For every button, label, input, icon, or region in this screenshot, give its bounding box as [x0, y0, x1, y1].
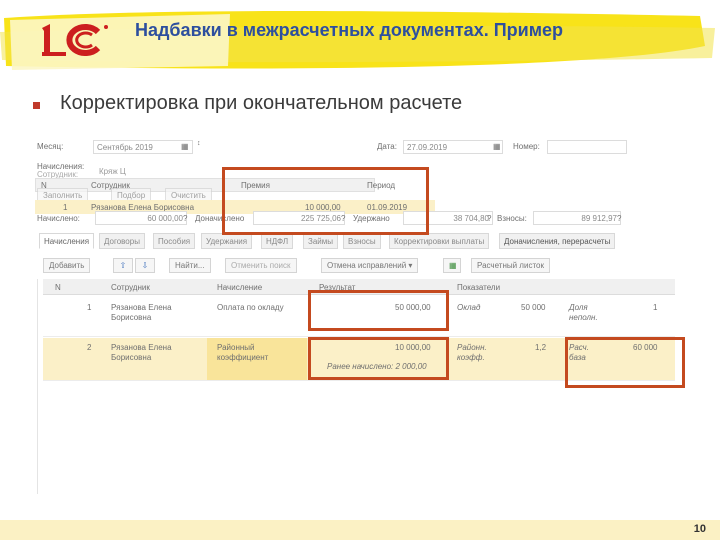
grid-left-border	[37, 279, 38, 494]
row-indicator-value: 50 000	[521, 303, 546, 312]
arrow-down-icon[interactable]: ⇩	[135, 258, 155, 273]
spin-icon[interactable]: ↕	[197, 140, 201, 147]
tab-benefits[interactable]: Пособия	[153, 233, 196, 249]
row-n: 1	[87, 303, 92, 312]
col-n: N	[55, 283, 61, 292]
row-accrual: Районный	[217, 343, 255, 352]
tab-loans[interactable]: Займы	[303, 233, 338, 249]
col-employee: Сотрудник	[111, 283, 150, 292]
row-employee: Борисовна	[111, 353, 152, 362]
number-field[interactable]	[547, 140, 627, 154]
row-indicator-name: коэфф.	[457, 353, 485, 362]
add-button[interactable]: Добавить	[43, 258, 91, 273]
date-label: Дата:	[377, 142, 397, 151]
row-employee: Борисовна	[111, 313, 152, 322]
table-icon[interactable]: ▦	[443, 258, 461, 273]
row-accrual: Оплата по окладу	[217, 303, 284, 312]
row-indicator-name: Районн.	[457, 343, 487, 352]
contrib-label: Взносы:	[497, 214, 527, 223]
month-field[interactable]: Сентябрь 2019	[93, 140, 193, 154]
tab-recalculations[interactable]: Доначисления, перерасчеты	[499, 233, 616, 249]
result-highlight-frame	[308, 290, 449, 331]
page-number: 10	[693, 523, 706, 535]
result-earlier-highlight-frame	[308, 337, 449, 380]
help-icon[interactable]: ?	[487, 214, 491, 223]
arrow-up-icon[interactable]: ⇧	[113, 258, 133, 273]
tab-contributions[interactable]: Взносы	[343, 233, 381, 249]
date-field[interactable]: 27.09.2019	[403, 140, 503, 154]
tab-payment-corrections[interactable]: Корректировки выплаты	[389, 233, 490, 249]
calendar-icon[interactable]: ▦	[493, 142, 501, 151]
month-label: Месяц:	[37, 142, 64, 151]
row-indicator2-value: 1	[653, 303, 658, 312]
find-button[interactable]: Найти...	[169, 258, 211, 273]
row-indicator-value: 1,2	[535, 343, 547, 352]
row-indicator-name: Оклад	[457, 303, 481, 312]
slide-title: Надбавки в межрасчетных документах. Прим…	[135, 20, 564, 40]
calendar-icon[interactable]: ▦	[181, 142, 189, 151]
tab-withholdings[interactable]: Удержания	[201, 233, 253, 249]
tab-accruals[interactable]: Начисления	[39, 233, 95, 249]
employee-value: Кряж Ц	[99, 167, 126, 176]
col-indicators: Показатели	[457, 283, 501, 292]
base-highlight-frame	[565, 337, 685, 388]
accrued-label: Начислено:	[37, 214, 80, 223]
cancel-fixes-button[interactable]: Отмена исправлений ▾	[321, 258, 419, 273]
row-accrual: коэффициент	[217, 353, 269, 362]
footer-band	[0, 520, 720, 540]
row-employee: Рязанова Елена	[111, 343, 172, 352]
number-label: Номер:	[513, 142, 540, 151]
tab-ndfl[interactable]: НДФЛ	[261, 233, 294, 249]
bullet-marker-icon	[33, 102, 40, 109]
bullet-text: Корректировка при окончательном расчете	[60, 92, 463, 114]
row-n: 2	[87, 343, 92, 352]
dropdown-icon: ▾	[408, 261, 413, 270]
bonus-highlight-frame	[222, 167, 429, 235]
help-icon[interactable]: ?	[183, 214, 187, 223]
help-icon[interactable]: ?	[617, 214, 621, 223]
accrued-value: 60 000,00	[95, 211, 187, 225]
cancel-search-button[interactable]: Отменить поиск	[225, 258, 297, 273]
row-indicator2-name: Доля	[569, 303, 588, 312]
1c-logo	[42, 24, 108, 56]
col-accrual: Начисление	[217, 283, 263, 292]
inner-row-n: 1	[63, 203, 68, 212]
row-employee: Рязанова Елена	[111, 303, 172, 312]
row-indicator2-name: неполн.	[569, 313, 598, 322]
tab-contracts[interactable]: Договоры	[99, 233, 145, 249]
cancel-fixes-label: Отмена исправлений	[327, 261, 407, 270]
payslip-button[interactable]: Расчетный листок	[471, 258, 550, 273]
contrib-value: 89 912,97	[533, 211, 621, 225]
